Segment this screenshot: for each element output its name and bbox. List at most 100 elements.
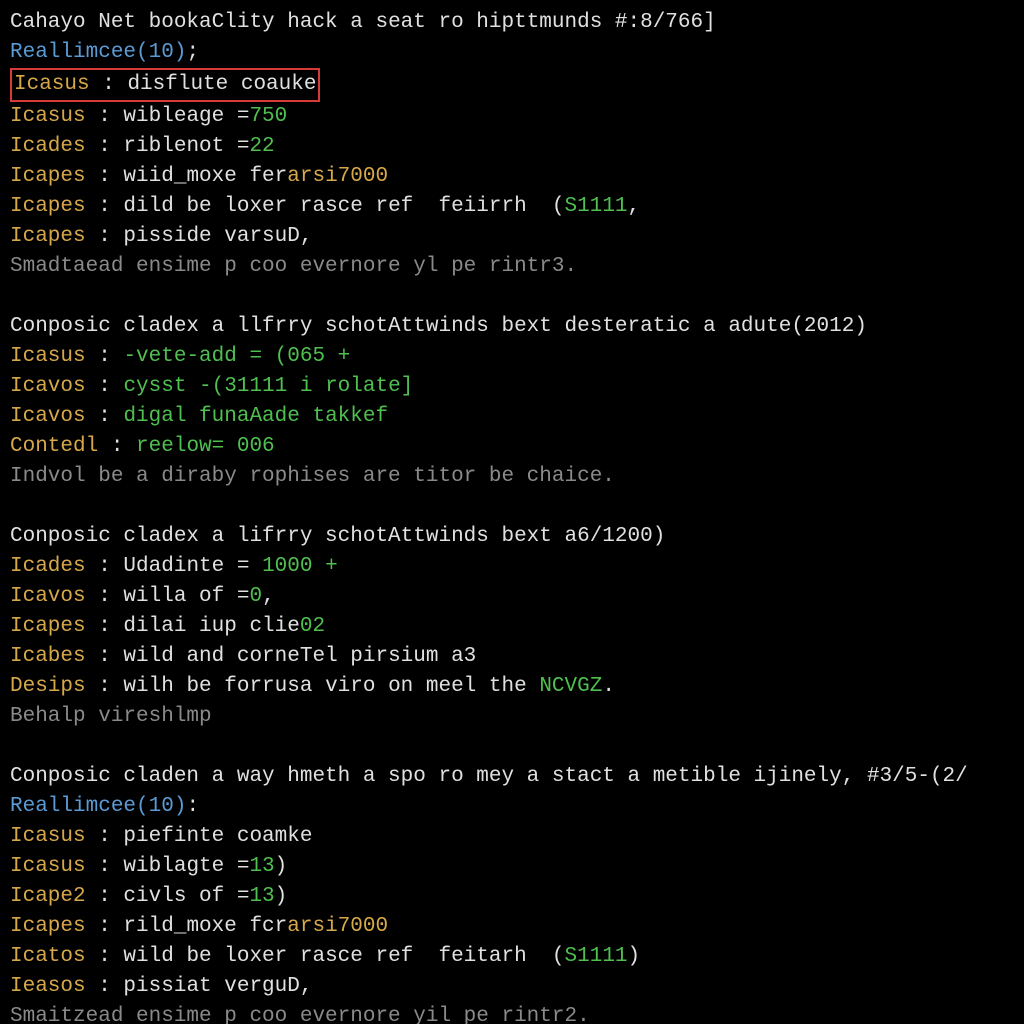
code-token: , [262,585,275,608]
code-token: Contedl [10,435,98,458]
code-token: 02 [300,615,325,638]
terminal-line: Icatos : wild be loxer rasce ref feitarh… [10,942,1014,972]
code-token: Icabes [10,645,86,668]
terminal-line: Icasus : disflute coauke [10,68,1014,102]
code-token: : Udadinte = [86,555,262,578]
terminal-line [10,732,1014,762]
terminal-line: Smaitzead ensime p coo evernore yil pe r… [10,1002,1014,1024]
code-token: : willa of = [86,585,250,608]
code-token: Indvol be a diraby rophises are titor be… [10,465,615,488]
terminal-line: Icapes : wiid_moxe ferarsi7000 [10,162,1014,192]
terminal-line: Icavos : willa of =0, [10,582,1014,612]
code-token: : wiblagte = [86,855,250,878]
code-token: ) [275,855,288,878]
code-token: arsi7000 [287,915,388,938]
code-token: : rild_moxe fcr [86,915,288,938]
code-token: 750 [249,105,287,128]
code-token: Icasus [10,345,86,368]
code-token: Icasus [10,855,86,878]
terminal-line: Indvol be a diraby rophises are titor be… [10,462,1014,492]
code-token: : wiid_moxe fer [86,165,288,188]
code-token: Icape2 [10,885,86,908]
terminal-line: Icades : riblenot =22 [10,132,1014,162]
code-token: Icapes [10,165,86,188]
code-token: Icapes [10,915,86,938]
code-token: 0 [249,585,262,608]
code-token: : [86,375,124,398]
terminal-line: Conposic cladex a lifrry schotAttwinds b… [10,522,1014,552]
code-token: 13 [249,885,274,908]
code-token: Icades [10,135,86,158]
terminal-line: Icasus : piefinte coamke [10,822,1014,852]
code-token: Icavos [10,405,86,428]
code-token: Desips [10,675,86,698]
terminal-line: Icapes : pisside varsuD, [10,222,1014,252]
terminal-line: Icades : Udadinte = 1000 + [10,552,1014,582]
terminal-line: Reallimcee(10); [10,38,1014,68]
terminal-line: Icavos : cysst -(31111 i rolate] [10,372,1014,402]
code-token: : riblenot = [86,135,250,158]
code-token: arsi7000 [287,165,388,188]
code-token: : wild and corneTel pirsium a3 [86,645,477,668]
code-token [10,495,23,518]
code-token: Icavos [10,375,86,398]
code-token: Icatos [10,945,86,968]
code-token: , [628,195,641,218]
terminal-line: Icabes : wild and corneTel pirsium a3 [10,642,1014,672]
code-token: : [98,435,136,458]
terminal-line: Desips : wilh be forrusa viro on meel th… [10,672,1014,702]
code-token: . [602,675,615,698]
terminal-line: Icasus : wiblagte =13) [10,852,1014,882]
terminal-line [10,282,1014,312]
highlighted-line[interactable]: Icasus : disflute coauke [10,68,320,102]
terminal-line: Smadtaead ensime p coo evernore yl pe ri… [10,252,1014,282]
terminal-line: Icasus : wibleage =750 [10,102,1014,132]
code-token: Icapes [10,615,86,638]
code-token: Icasus [10,105,86,128]
code-token: : wild be loxer rasce ref feitarh ( [86,945,565,968]
code-token: Smadtaead ensime p coo evernore yl pe ri… [10,255,577,278]
terminal-line: Icapes : rild_moxe fcrarsi7000 [10,912,1014,942]
terminal-line: Conposic cladex a llfrry schotAttwinds b… [10,312,1014,342]
code-token: : wilh be forrusa viro on meel the [86,675,540,698]
code-token: digal funaAade takkef [123,405,388,428]
code-token: cysst -(31111 i rolate] [123,375,413,398]
code-token: Icasus [10,825,86,848]
code-token: disflute coauke [127,73,316,96]
code-token: Ieasos [10,975,86,998]
code-token: Conposic claden a way hmeth a spo ro mey… [10,765,968,788]
code-token: Icapes [10,225,86,248]
code-token: : [86,345,124,368]
code-token [10,285,23,308]
terminal-line: Conposic claden a way hmeth a spo ro mey… [10,762,1014,792]
code-token: Cahayo [10,11,98,34]
terminal-line: Icasus : -vete-add = (065 + [10,342,1014,372]
terminal-line: Ieasos : pissiat verguD, [10,972,1014,1002]
code-token: S1111 [565,195,628,218]
code-token: : piefinte coamke [86,825,313,848]
terminal-line: Reallimcee(10): [10,792,1014,822]
code-token: : civls of = [86,885,250,908]
code-token: : [86,405,124,428]
code-token: : wibleage = [86,105,250,128]
code-token: Reallimcee(10) [10,41,186,64]
code-token: ) [275,885,288,908]
code-token: Smaitzead ensime p coo evernore yil pe r… [10,1005,590,1024]
terminal-line: Contedl : reelow= 006 [10,432,1014,462]
code-token: Net bookaClity hack a seat ro hipttmunds… [98,11,716,34]
code-token: : [186,795,199,818]
terminal-line [10,492,1014,522]
code-token: 1000 + [262,555,338,578]
code-token: Behalp vireshlmp [10,705,212,728]
code-token: Icades [10,555,86,578]
code-token: 13 [249,855,274,878]
code-token: : [90,73,128,96]
terminal-line: Icavos : digal funaAade takkef [10,402,1014,432]
code-token: : pissiat verguD, [86,975,313,998]
code-token: 22 [249,135,274,158]
terminal-output: Cahayo Net bookaClity hack a seat ro hip… [0,0,1024,1024]
code-token: ) [628,945,641,968]
code-token: : dilai iup clie [86,615,300,638]
terminal-line: Icapes : dilai iup clie02 [10,612,1014,642]
terminal-line: Icape2 : civls of =13) [10,882,1014,912]
